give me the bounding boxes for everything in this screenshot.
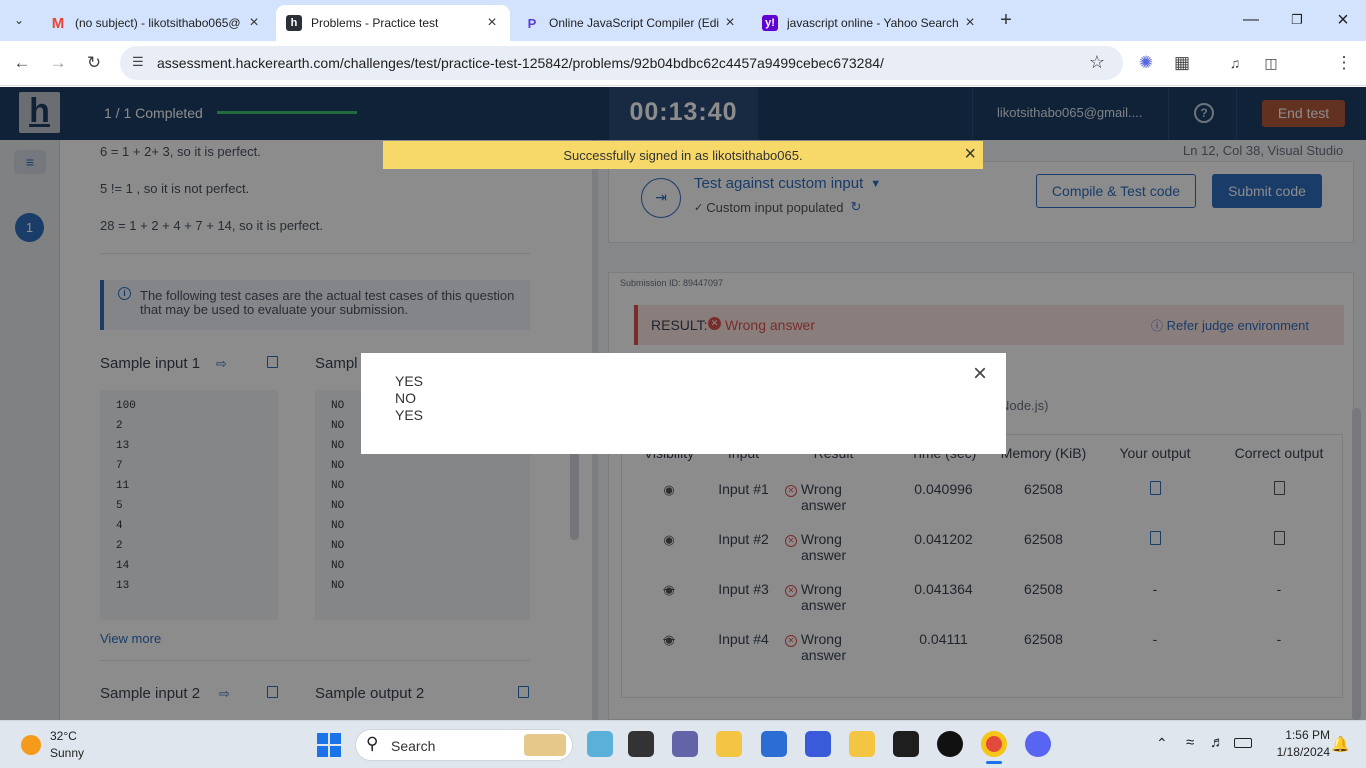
url-text: assessment.hackerearth.com/challenges/te… <box>157 55 884 71</box>
chrome-icon[interactable] <box>981 731 1007 757</box>
hackerearth-icon: h <box>286 15 302 31</box>
sun-icon <box>21 735 41 755</box>
search-highlight-image <box>524 734 566 756</box>
weather-desc: Sunny <box>50 746 85 760</box>
restore-icon[interactable]: ❐ <box>1282 8 1312 32</box>
minimize-icon[interactable]: — <box>1236 8 1266 32</box>
tab-yahoo[interactable]: y! javascript online - Yahoo Search × <box>752 5 988 41</box>
teams-meet-icon[interactable] <box>672 731 698 757</box>
search-icon: ⚲ <box>366 734 379 753</box>
taskbar-search[interactable]: ⚲ Search <box>355 729 573 761</box>
battery-icon[interactable] <box>1234 738 1252 748</box>
clock-time[interactable]: 1:56 PM <box>1274 728 1330 742</box>
start-button-windows-icon[interactable] <box>317 733 341 757</box>
tab-close-icon[interactable]: × <box>246 14 262 32</box>
copilot-icon[interactable] <box>587 731 613 757</box>
search-placeholder: Search <box>391 738 436 754</box>
toast-close-icon[interactable]: × <box>964 144 976 164</box>
tab-search-button[interactable]: ⌄ <box>8 9 30 31</box>
tab-title: Problems - Practice test <box>311 16 439 30</box>
figma-icon[interactable] <box>893 731 919 757</box>
tab-hackerearth[interactable]: h Problems - Practice test × <box>276 5 510 41</box>
media-control-icon[interactable]: ♫ <box>1222 50 1248 76</box>
address-bar[interactable]: ☰ assessment.hackerearth.com/challenges/… <box>120 46 1123 80</box>
reload-icon[interactable]: ↻ <box>81 50 107 76</box>
clock-date[interactable]: 1/18/2024 <box>1264 745 1330 759</box>
close-window-icon[interactable]: × <box>1328 8 1358 32</box>
gmail-icon: M <box>51 14 65 32</box>
output-line: NO <box>395 390 416 406</box>
modal-output-text: YES NO YES <box>395 373 423 424</box>
windows-taskbar: 32°C Sunny ⚲ Search ⌃ ≈ ♬ 1:56 PM 1/18/2… <box>0 720 1366 768</box>
programiz-icon: P <box>527 15 537 31</box>
tab-close-icon[interactable]: × <box>484 14 500 32</box>
task-view-icon[interactable] <box>628 731 654 757</box>
tab-programiz[interactable]: P Online JavaScript Compiler (Edi × <box>514 5 748 41</box>
tab-title: javascript online - Yahoo Search <box>787 16 959 30</box>
wifi-icon[interactable]: ≈ <box>1186 734 1194 751</box>
output-modal: YES NO YES × <box>361 353 1006 454</box>
extension-gear-icon[interactable]: ✺ <box>1133 50 1159 76</box>
extensions-puzzle-icon[interactable]: ▦ <box>1169 50 1195 76</box>
forward-icon[interactable]: → <box>45 50 71 76</box>
weather-temp: 32°C <box>50 729 77 743</box>
browser-tab-strip: ⌄ M (no subject) - likotsithabo065@ × h … <box>0 0 1366 41</box>
tab-gmail[interactable]: M (no subject) - likotsithabo065@ × <box>40 5 272 41</box>
output-line: YES <box>395 407 424 423</box>
browser-toolbar: ← → ↻ ☰ assessment.hackerearth.com/chall… <box>0 41 1366 115</box>
new-tab-button[interactable]: + <box>994 8 1018 32</box>
site-info-icon[interactable]: ☰ <box>132 54 144 70</box>
tab-close-icon[interactable]: × <box>722 14 738 32</box>
back-icon[interactable]: ← <box>9 50 35 76</box>
yahoo-icon: y! <box>762 15 778 31</box>
toast-message: Successfully signed in as likotsithabo06… <box>563 147 803 163</box>
notification-bell-icon[interactable]: 🔔 <box>1331 735 1350 753</box>
weather-widget[interactable]: 32°C Sunny <box>18 727 138 763</box>
output-line: YES <box>395 373 424 389</box>
modal-close-icon[interactable]: × <box>973 362 987 386</box>
tab-title: (no subject) - likotsithabo065@ <box>75 16 241 30</box>
show-hidden-icons-chevron-icon[interactable]: ⌃ <box>1156 735 1168 752</box>
volume-icon[interactable]: ♬ <box>1210 734 1225 751</box>
microsoft-store-icon[interactable] <box>761 731 787 757</box>
screen: ⌄ M (no subject) - likotsithabo065@ × h … <box>0 0 1366 768</box>
signin-toast: Successfully signed in as likotsithabo06… <box>383 141 983 169</box>
github-icon[interactable] <box>937 731 963 757</box>
visual-studio-code-icon[interactable] <box>805 731 831 757</box>
tab-close-icon[interactable]: × <box>962 14 978 32</box>
bookmark-star-icon[interactable]: ☆ <box>1089 52 1105 73</box>
file-explorer-icon[interactable] <box>716 731 742 757</box>
active-app-indicator <box>986 761 1002 764</box>
side-panel-icon[interactable]: ◫ <box>1258 50 1284 76</box>
bootstrap-app-icon[interactable] <box>849 731 875 757</box>
browser-menu-icon[interactable]: ⋮ <box>1331 50 1357 76</box>
tab-title: Online JavaScript Compiler (Edi <box>549 16 720 30</box>
discord-icon[interactable] <box>1025 731 1051 757</box>
